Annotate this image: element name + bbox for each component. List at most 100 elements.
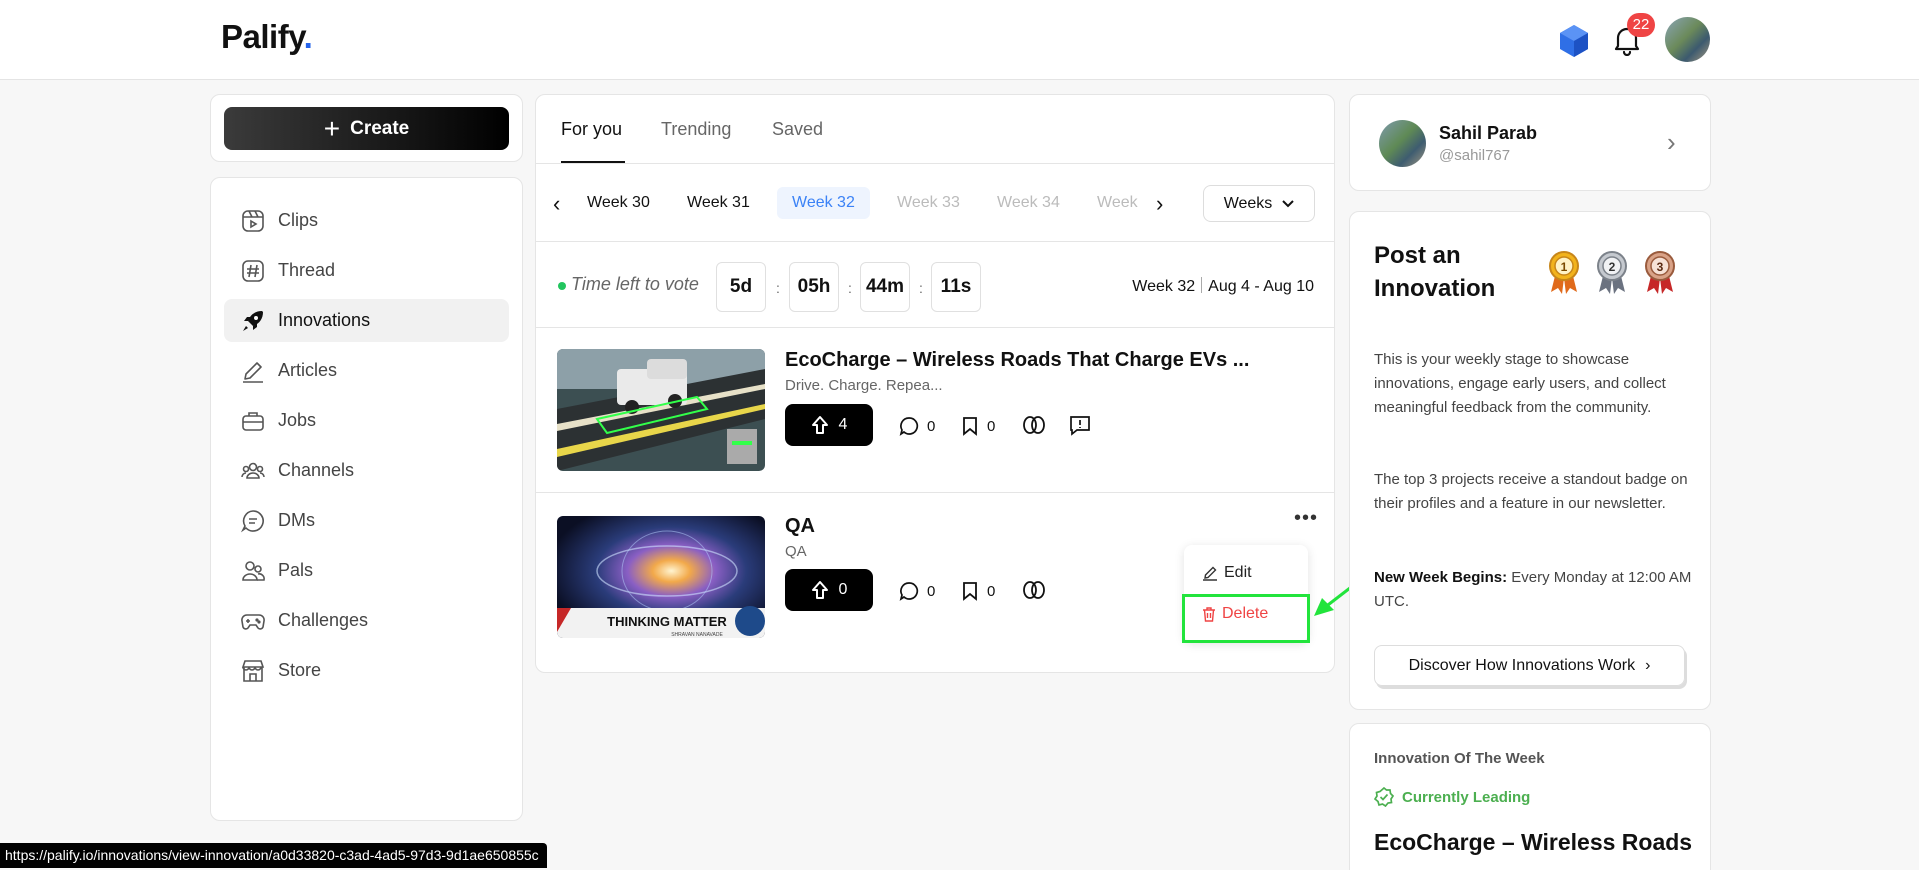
medal-rank: 1 (1561, 260, 1568, 274)
innovation-of-week-card: Innovation Of The Week Currently Leading… (1349, 723, 1711, 870)
palify-logo[interactable]: Palify. (221, 18, 313, 56)
bookmark-icon (963, 417, 977, 436)
tab-trending[interactable]: Trending (661, 119, 731, 140)
new-week-label: New Week Begins: (1374, 569, 1508, 586)
weeks-dropdown-label: Weeks (1223, 194, 1273, 212)
sidebar-item-label: Pals (278, 560, 314, 580)
sidebar-item-pals[interactable]: Pals (224, 549, 509, 592)
sidebar-item-challenges[interactable]: Challenges (224, 599, 509, 642)
sidebar-item-articles[interactable]: Articles (224, 349, 509, 392)
edit-icon (1203, 566, 1217, 581)
briefcase-icon (242, 411, 264, 431)
active-tab-indicator (561, 161, 625, 163)
create-button[interactable]: + Create (224, 107, 509, 150)
profile-avatar[interactable] (1379, 120, 1426, 167)
bookmark-icon (963, 582, 977, 601)
gem-icon[interactable] (1558, 24, 1590, 58)
save-button[interactable]: 0 (961, 581, 995, 601)
save-button[interactable]: 0 (961, 416, 995, 436)
top-bar: Palify. 22 (0, 0, 1919, 80)
discover-button[interactable]: Discover How Innovations Work › (1374, 645, 1685, 686)
gold-medal-icon: 1 (1549, 251, 1579, 294)
sidebar-item-innovations[interactable]: Innovations (224, 299, 509, 342)
weeks-dropdown[interactable]: Weeks (1203, 185, 1315, 222)
live-dot (558, 282, 566, 290)
innovation-post[interactable]: EcoCharge – Wireless Roads That Charge E… (536, 328, 1334, 493)
hash-icon (242, 259, 264, 282)
timer-hours: 05h (789, 262, 839, 312)
chevron-down-icon (1282, 199, 1295, 207)
vote-timer-row: Time left to vote 5d : 05h : 44m : 11s W… (536, 242, 1334, 328)
week-30[interactable]: Week 30 (572, 187, 665, 219)
comment-count: 0 (927, 582, 936, 600)
comments-button[interactable]: 0 (899, 581, 935, 601)
timer-sep: : (919, 280, 923, 296)
post-thumbnail[interactable] (557, 349, 765, 471)
arrow-up-icon (811, 416, 828, 434)
iow-label: Innovation Of The Week (1374, 750, 1545, 767)
profile-card[interactable]: Sahil Parab @sahil767 › (1349, 94, 1711, 191)
week-partial[interactable]: Week (1082, 187, 1138, 219)
timer-seconds: 11s (931, 262, 981, 312)
pals-icon (242, 560, 265, 581)
comments-button[interactable]: 0 (899, 416, 935, 436)
sidebar-item-label: Clips (278, 210, 319, 230)
date-range: Aug 4 - Aug 10 (1208, 278, 1314, 295)
sidebar-item-dms[interactable]: DMs (224, 499, 509, 542)
save-count: 0 (987, 417, 996, 435)
medal-rank: 2 (1609, 260, 1616, 274)
link-icon[interactable] (1022, 414, 1046, 436)
profile-name: Sahil Parab (1439, 123, 1538, 143)
users-icon (241, 462, 265, 479)
sidebar-item-channels[interactable]: Channels (224, 449, 509, 492)
tab-saved[interactable]: Saved (772, 119, 823, 140)
week-prev-arrow[interactable]: ‹ (553, 191, 560, 217)
report-icon[interactable] (1069, 414, 1091, 436)
timer-sep: : (776, 280, 780, 296)
iow-title[interactable]: EcoCharge – Wireless Roads (1374, 829, 1692, 856)
week-32[interactable]: Week 32 (777, 187, 870, 219)
info-paragraph-2: The top 3 projects receive a standout ba… (1374, 471, 1688, 512)
sidebar-item-jobs[interactable]: Jobs (224, 399, 509, 442)
upvote-button[interactable]: 4 (785, 404, 873, 446)
week-next-arrow[interactable]: › (1156, 191, 1163, 217)
tab-for-you[interactable]: For you (561, 119, 622, 140)
chat-icon (240, 509, 264, 532)
silver-medal-icon: 2 (1597, 251, 1627, 294)
comment-count: 0 (927, 417, 936, 435)
sidebar-item-label: Thread (278, 260, 336, 280)
week-31[interactable]: Week 31 (672, 187, 765, 219)
clips-icon (242, 209, 264, 232)
week-34[interactable]: Week 34 (982, 187, 1075, 219)
sidebar-item-thread[interactable]: Thread (224, 249, 509, 292)
time-left-label: Time left to vote (571, 274, 699, 294)
comment-icon (899, 582, 919, 601)
week-33[interactable]: Week 33 (882, 187, 975, 219)
post-title[interactable]: EcoCharge – Wireless Roads That Charge E… (785, 349, 1249, 372)
more-options-icon[interactable]: ••• (1294, 507, 1318, 530)
timer-days: 5d (716, 262, 766, 312)
post-subtitle: QA (785, 543, 807, 560)
sidebar-item-label: Innovations (278, 310, 371, 330)
plus-icon: + (323, 112, 341, 144)
profile-handle: @sahil767 (1439, 147, 1511, 164)
sidebar-item-label: Store (278, 660, 322, 680)
post-thumbnail[interactable]: THINKING MATTER SHRAVAN NANAVADE (557, 516, 765, 638)
thumb-subcaption: SHRAVAN NANAVADE (671, 632, 723, 638)
sidebar-item-clips[interactable]: Clips (224, 199, 509, 242)
arrow-up-icon (811, 581, 828, 599)
sidebar-item-label: Jobs (278, 410, 317, 430)
link-icon[interactable] (1022, 579, 1046, 601)
create-card: + Create (210, 94, 523, 162)
upvote-count: 4 (838, 416, 848, 433)
upvote-count: 0 (838, 581, 848, 598)
sidebar-item-store[interactable]: Store (224, 649, 509, 692)
post-title[interactable]: QA (785, 515, 815, 538)
timer-minutes: 44m (860, 262, 910, 312)
week-label: Week 32 (1132, 278, 1196, 295)
edit-menu-item[interactable]: Edit (1202, 564, 1252, 582)
user-avatar[interactable] (1665, 17, 1710, 62)
upvote-button[interactable]: 0 (785, 569, 873, 611)
chevron-right-icon[interactable]: › (1667, 127, 1676, 158)
currently-leading: Currently Leading (1374, 787, 1530, 807)
